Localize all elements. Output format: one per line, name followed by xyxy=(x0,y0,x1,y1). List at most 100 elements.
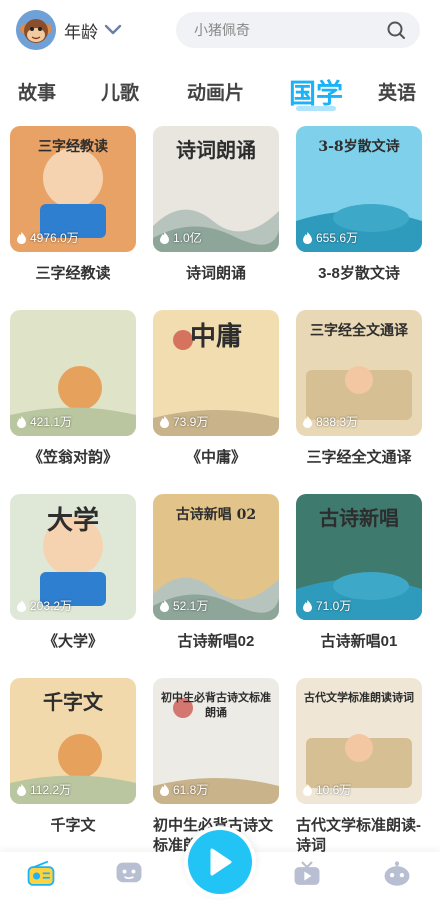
flame-icon xyxy=(303,599,312,612)
flame-icon xyxy=(17,599,26,612)
play-count-value: 73.9万 xyxy=(173,415,209,429)
flame-icon xyxy=(303,783,312,796)
artwork-title-text: 三字经全文通译 xyxy=(310,323,408,339)
play-count: 52.1万 xyxy=(159,597,208,614)
play-count-value: 112.2万 xyxy=(30,783,72,797)
monkey-avatar-icon xyxy=(16,10,56,50)
card-title[interactable]: 三字经全文通译 xyxy=(296,448,422,468)
play-count-value: 52.1万 xyxy=(173,599,209,613)
nav-radio[interactable] xyxy=(24,860,58,892)
card-thumbnail[interactable]: 3-8岁散文诗 655.6万 xyxy=(296,126,422,252)
play-count-value: 10.6万 xyxy=(316,783,352,797)
card-title[interactable]: 《中庸》 xyxy=(153,448,279,468)
active-tab-indicator xyxy=(296,106,336,111)
play-count-value: 203.2万 xyxy=(30,599,73,613)
artwork-title-text: 古代文学标准朗读诗词 xyxy=(304,691,414,704)
card-thumbnail[interactable]: 初中生必背古诗文标准朗诵 61.8万 xyxy=(153,678,279,804)
content-card[interactable]: 三字经全文通译 838.3万 三字经全文通译 xyxy=(296,310,422,468)
search-bar[interactable]: 小猪佩奇 xyxy=(176,12,420,48)
artwork-title-text: 大学 xyxy=(46,506,99,536)
chevron-down-icon xyxy=(104,24,122,35)
play-count: 203.2万 xyxy=(16,597,72,614)
artwork-title-text: 古诗新唱 02 xyxy=(175,507,257,523)
card-thumbnail[interactable]: 古诗新唱 71.0万 xyxy=(296,494,422,620)
robot-icon xyxy=(384,861,410,886)
flame-icon xyxy=(160,415,169,428)
content-card[interactable]: 中庸 73.9万《中庸》 xyxy=(153,310,279,468)
artwork-title-text: 古诗新唱 xyxy=(319,506,399,530)
card-title[interactable]: 古诗新唱02 xyxy=(153,632,279,652)
nav-chat[interactable] xyxy=(112,860,146,892)
card-title[interactable]: 古诗新唱01 xyxy=(296,632,422,652)
content-card[interactable]: 诗词朗诵 1.0亿 诗词朗诵 xyxy=(153,126,279,284)
content-card[interactable]: 千字文 112.2万 千字文 xyxy=(10,678,136,836)
flame-icon xyxy=(160,599,169,612)
tab-stories[interactable]: 故事 xyxy=(18,78,56,105)
tab-cartoons[interactable]: 动画片 xyxy=(187,78,244,105)
artwork-title-text: 初中生必背古诗文标准朗诵 xyxy=(161,691,271,719)
search-icon[interactable] xyxy=(386,20,406,40)
play-count: 10.6万 xyxy=(302,781,351,798)
top-header: 年龄 小猪佩奇 xyxy=(0,0,440,62)
card-thumbnail[interactable]: 三字经全文通译 838.3万 xyxy=(296,310,422,436)
card-title[interactable]: 古代文学标准朗读-诗词 xyxy=(296,816,422,856)
tab-english[interactable]: 英语 xyxy=(378,78,416,105)
card-title[interactable]: 千字文 xyxy=(10,816,136,836)
card-thumbnail[interactable]: 诗词朗诵 1.0亿 xyxy=(153,126,279,252)
flame-icon xyxy=(160,231,169,244)
artwork-title-text: 千字文 xyxy=(43,690,103,714)
card-title[interactable]: 三字经教读 xyxy=(10,264,136,284)
artwork-title-text: 三字经教读 xyxy=(38,139,108,155)
play-count: 1.0亿 xyxy=(159,229,202,246)
tv-icon xyxy=(294,861,320,885)
play-count: 71.0万 xyxy=(302,597,351,614)
card-thumbnail[interactable]: 古诗新唱 02 52.1万 xyxy=(153,494,279,620)
radio-icon xyxy=(27,860,55,886)
play-count: 421.1万 xyxy=(16,413,72,430)
artwork-title-text: 3-8岁散文诗 xyxy=(318,139,400,155)
content-card[interactable]: 古诗新唱 02 52.1万古诗新唱02 xyxy=(153,494,279,652)
play-count-value: 655.6万 xyxy=(316,231,359,245)
chat-icon xyxy=(116,862,142,883)
tab-songs[interactable]: 儿歌 xyxy=(101,78,139,105)
play-fab-inner xyxy=(188,830,252,894)
play-icon xyxy=(210,848,232,876)
play-count: 838.3万 xyxy=(302,413,358,430)
card-thumbnail[interactable]: 千字文 112.2万 xyxy=(10,678,136,804)
play-fab-button[interactable] xyxy=(184,826,256,898)
play-count: 655.6万 xyxy=(302,229,358,246)
content-card[interactable]: 古代文学标准朗读诗词 10.6万古代文学标准朗读-诗词 xyxy=(296,678,422,856)
play-count-value: 421.1万 xyxy=(30,415,73,429)
card-thumbnail[interactable]: 大学 203.2万 xyxy=(10,494,136,620)
play-count-value: 71.0万 xyxy=(316,599,352,613)
nav-tv[interactable] xyxy=(290,860,324,892)
nav-robot[interactable] xyxy=(380,860,414,892)
artwork-title-text: 诗词朗诵 xyxy=(176,138,256,162)
flame-icon xyxy=(160,783,169,796)
content-card[interactable]: 3-8岁散文诗 655.6万 3-8岁散文诗 xyxy=(296,126,422,284)
play-count-value: 1.0亿 xyxy=(173,231,202,245)
flame-icon xyxy=(17,231,26,244)
card-title[interactable]: 《笠翁对韵》 xyxy=(10,448,136,468)
card-thumbnail[interactable]: 古代文学标准朗读诗词 10.6万 xyxy=(296,678,422,804)
flame-icon xyxy=(17,783,26,796)
age-label: 年龄 xyxy=(64,22,98,42)
flame-icon xyxy=(303,231,312,244)
search-input[interactable]: 小猪佩奇 xyxy=(194,20,386,40)
card-thumbnail[interactable]: 421.1万 xyxy=(10,310,136,436)
card-title[interactable]: 3-8岁散文诗 xyxy=(296,264,422,284)
play-count-value: 4976.0万 xyxy=(30,231,79,245)
card-thumbnail[interactable]: 三字经教读 4976.0万 xyxy=(10,126,136,252)
content-card[interactable]: 三字经教读 4976.0万 三字经教读 xyxy=(10,126,136,284)
card-title[interactable]: 诗词朗诵 xyxy=(153,264,279,284)
card-title[interactable]: 《大学》 xyxy=(10,632,136,652)
age-selector[interactable]: 年龄 xyxy=(64,17,122,43)
flame-icon xyxy=(17,415,26,428)
category-tabs: 故事 儿歌 动画片 国学 英语 xyxy=(0,66,440,114)
content-card[interactable]: 421.1万《笠翁对韵》 xyxy=(10,310,136,468)
content-card[interactable]: 古诗新唱 71.0万古诗新唱01 xyxy=(296,494,422,652)
content-card[interactable]: 大学 203.2万《大学》 xyxy=(10,494,136,652)
card-thumbnail[interactable]: 中庸 73.9万 xyxy=(153,310,279,436)
artwork-title-text: 中庸 xyxy=(189,322,242,352)
avatar[interactable] xyxy=(16,10,56,50)
